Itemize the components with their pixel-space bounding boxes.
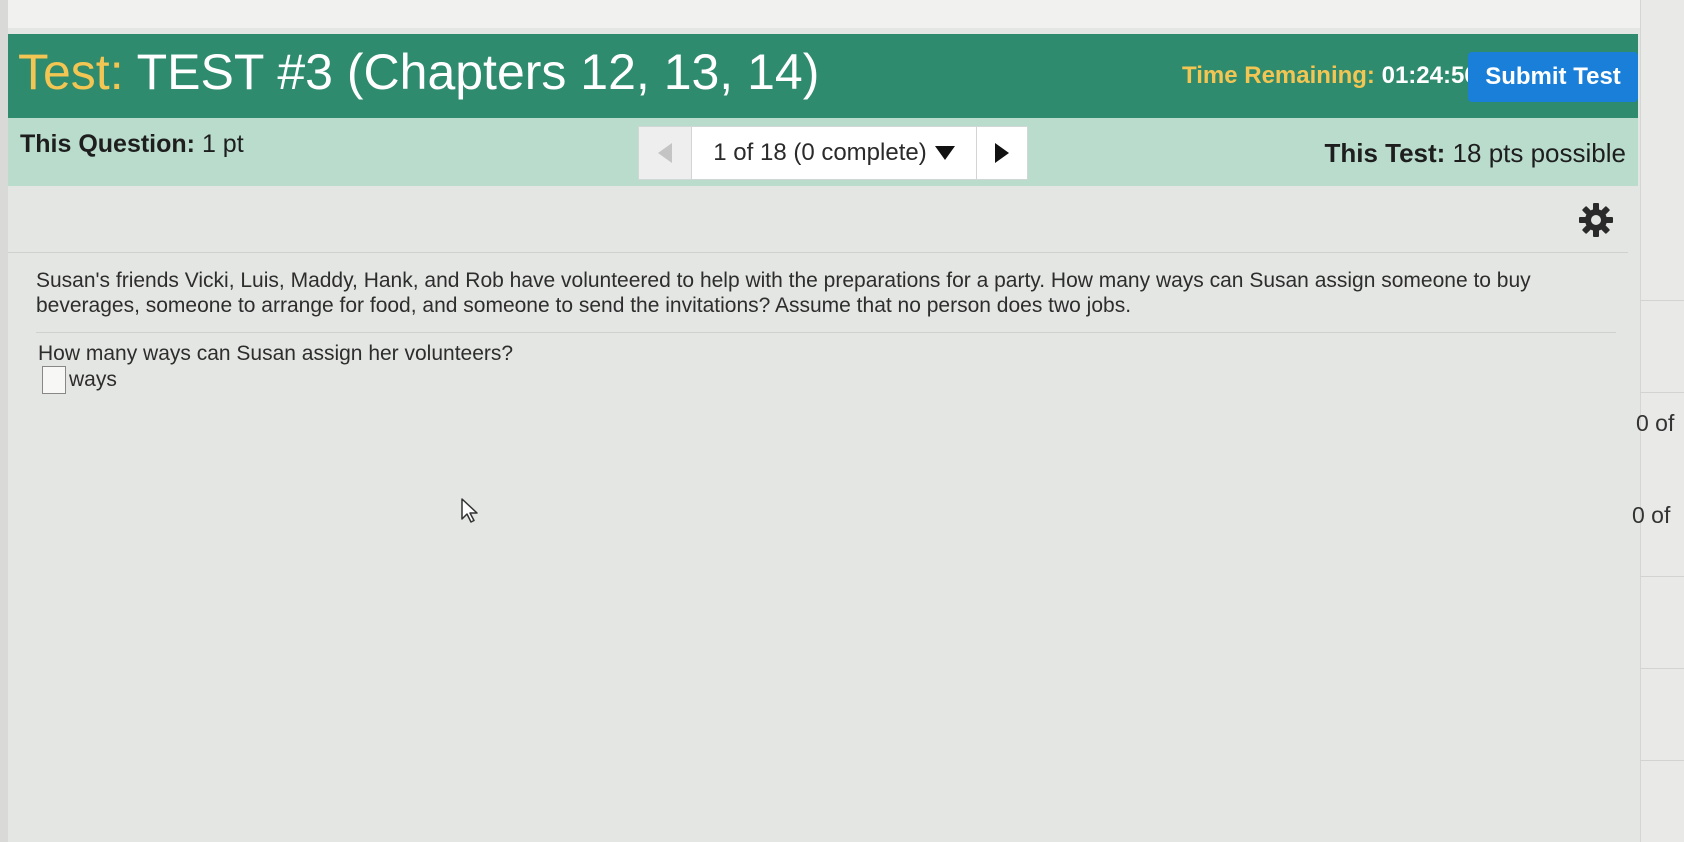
background-divider (1640, 576, 1684, 577)
next-question-button[interactable] (977, 127, 1027, 179)
page-left-edge (0, 0, 8, 842)
caret-down-icon (934, 146, 955, 160)
time-remaining-value: 01:24:56 (1381, 62, 1478, 89)
background-divider (1640, 668, 1684, 669)
question-navigator: 1 of 18 (0 complete) (638, 126, 1028, 180)
question-selector-dropdown[interactable]: 1 of 18 (0 complete) (692, 127, 977, 179)
test-header: Test: TEST #3 (Chapters 12, 13, 14) Time… (8, 34, 1638, 118)
question-text: Susan's friends Vicki, Luis, Maddy, Hank… (36, 269, 1531, 317)
triangle-right-icon (995, 143, 1009, 163)
test-name: TEST #3 (Chapters 12, 13, 14) (136, 44, 820, 100)
this-question-value: 1 pt (201, 130, 244, 158)
this-test-points: This Test: 18 pts possible (1324, 138, 1626, 169)
title-prefix: Test: (18, 44, 124, 100)
question-selector-text: 1 of 18 (0 complete) (713, 139, 927, 166)
this-question-label: This Question: (20, 130, 195, 158)
background-divider (1640, 300, 1684, 301)
background-score-text: 0 of (1632, 502, 1671, 528)
question-info-bar: This Question: 1 pt 1 of 18 (0 complete)… (8, 118, 1638, 186)
answer-input[interactable] (42, 366, 66, 394)
question-toolbar (8, 186, 1628, 253)
triangle-left-icon (658, 143, 672, 163)
question-prompt: How many ways can Susan assign her volun… (38, 342, 514, 365)
answer-row: ways (42, 366, 117, 394)
background-divider (1640, 760, 1684, 761)
previous-question-button[interactable] (639, 127, 692, 179)
time-remaining: Time Remaining: 01:24:56 (1182, 62, 1478, 90)
time-remaining-label: Time Remaining: (1182, 62, 1375, 89)
browser-top-edge (0, 0, 1640, 28)
background-score-text: 0 of (1636, 410, 1675, 436)
this-test-label: This Test: (1324, 138, 1446, 168)
divider (36, 332, 1616, 333)
question-content: Susan's friends Vicki, Luis, Maddy, Hank… (8, 186, 1628, 842)
submit-test-button[interactable]: Submit Test (1468, 52, 1638, 102)
page-title: Test: TEST #3 (Chapters 12, 13, 14) (18, 42, 819, 102)
mouse-pointer-icon (461, 498, 478, 523)
this-test-value: 18 pts possible (1452, 138, 1626, 168)
this-question-points: This Question: 1 pt (20, 130, 244, 159)
gear-icon[interactable] (1578, 202, 1614, 238)
background-divider (1640, 392, 1684, 393)
answer-unit-label: ways (69, 368, 117, 391)
